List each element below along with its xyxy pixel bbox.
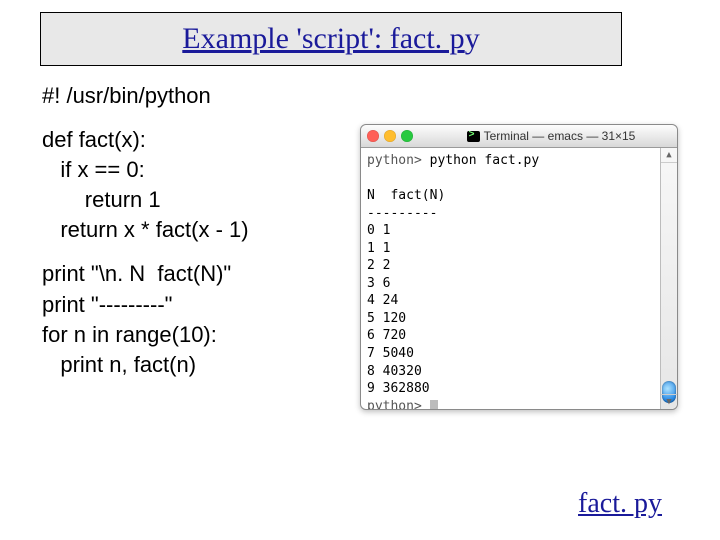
terminal-output[interactable]: python> python fact.py N fact(N) -------… [361,148,660,409]
code-line: def fact(x): [42,128,249,151]
footer-filename-link[interactable]: fact. py [578,488,662,520]
slide: Example 'script': fact. py #! /usr/bin/p… [0,0,720,540]
code-listing: #! /usr/bin/python def fact(x): if x == … [42,84,249,383]
code-line: #! /usr/bin/python [42,84,249,107]
minimize-icon[interactable] [384,130,396,142]
cursor [430,400,438,409]
scroll-down-icon[interactable]: ▼ [661,394,677,409]
terminal-body: python> python fact.py N fact(N) -------… [361,148,677,409]
zoom-icon[interactable] [401,130,413,142]
code-line: print n, fact(n) [42,353,249,376]
terminal-icon [467,131,480,142]
code-line: for n in range(10): [42,323,249,346]
code-line: print "---------" [42,293,249,316]
slide-title: Example 'script': fact. py [182,22,479,56]
terminal-title-text: Terminal — emacs — 31×15 [484,129,636,143]
terminal-title: Terminal — emacs — 31×15 [431,129,671,143]
scroll-up-icon[interactable]: ▲ [661,148,677,163]
scrollbar[interactable]: ▲ ▼ [660,148,677,409]
code-line: print "\n. N fact(N)" [42,262,249,285]
code-line: if x == 0: [42,158,249,181]
terminal-window: Terminal — emacs — 31×15 python> python … [360,124,678,410]
title-bar: Example 'script': fact. py [40,12,622,66]
code-line: return x * fact(x - 1) [42,218,249,241]
code-line: return 1 [42,188,249,211]
close-icon[interactable] [367,130,379,142]
terminal-titlebar[interactable]: Terminal — emacs — 31×15 [361,125,677,148]
